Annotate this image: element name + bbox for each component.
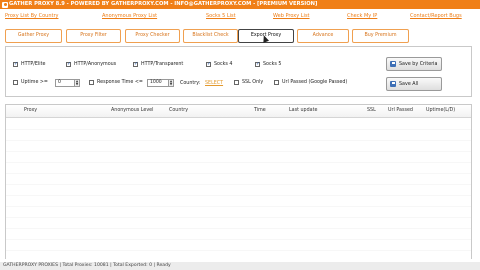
column-anonymous-level[interactable]: Anonymous Level [111,108,153,113]
checkbox-label: HTTP/Anonymous [74,62,117,67]
status-bar: GATHERPROXY PROXIES | Total Proxies: 100… [0,262,480,270]
table-body[interactable] [6,119,471,259]
checkbox-box[interactable] [234,80,239,85]
checkbox-label: Socks 5 [263,62,282,67]
checkbox-label: HTTP/Elite [21,62,46,67]
link-contact-report-bugs[interactable]: Contact/Report Bugs [410,13,462,19]
button-label: Save All [399,81,419,87]
checkbox-box[interactable] [13,61,18,67]
checkbox-box[interactable] [13,80,18,85]
link-socks5-list[interactable]: Socks 5 List [206,13,236,19]
tab-blacklist-check[interactable]: Blacklist Check [183,29,238,43]
stepper-arrows-icon[interactable]: ▲ ▼ [74,80,79,86]
column-uptime[interactable]: Uptime(L/D) [426,108,455,113]
checkbox-label: Uptime >= [21,80,48,85]
link-web-proxy-list[interactable]: Web Proxy List [273,13,310,19]
column-ssl[interactable]: SSL [367,108,376,113]
checkbox-box[interactable] [66,61,71,67]
response-time-value: 1000 [150,80,162,85]
column-proxy[interactable]: Proxy [24,108,37,113]
checkbox-uptime[interactable]: Uptime >= [13,80,48,85]
tab-gather-proxy[interactable]: Gather Proxy [5,29,62,43]
column-last-update[interactable]: Last update [289,108,317,113]
floppy-disk-icon [390,81,396,87]
link-check-my-ip[interactable]: Check My IP [347,13,377,19]
window-title: GATHER PROXY 8.9 - POWERED BY GATHERPROX… [9,1,318,7]
checkbox-box[interactable] [133,61,138,67]
title-bar: GATHER PROXY 8.9 - POWERED BY GATHERPROX… [0,0,480,9]
uptime-stepper[interactable]: 0 ▲ ▼ [55,79,80,87]
country-label: Country: [180,81,201,86]
table-header: Proxy Anonymous Level Country Time Last … [6,105,471,118]
column-country[interactable]: Country [169,108,188,113]
checkbox-label: HTTP/Transparent [141,62,184,67]
save-all-button[interactable]: Save All [386,77,442,91]
app-icon [2,1,8,8]
proxy-table[interactable]: Proxy Anonymous Level Country Time Last … [5,104,472,259]
checkbox-label: Socks 4 [214,62,233,67]
uptime-value: 0 [58,80,61,85]
button-label: Save by Criteria [399,61,438,67]
column-time[interactable]: Time [254,108,266,113]
checkbox-socks5[interactable]: Socks 5 [255,61,282,67]
tab-proxy-checker[interactable]: Proxy Checker [125,29,180,43]
checkbox-box[interactable] [255,61,260,67]
link-bar: Proxy List By Country Anonymous Proxy Li… [0,11,480,23]
tab-advance[interactable]: Advance [297,29,349,43]
checkbox-response-time[interactable]: Response Time <= [89,80,143,85]
tab-proxy-filter[interactable]: Proxy Filter [66,29,121,43]
checkbox-http-elite[interactable]: HTTP/Elite [13,61,46,67]
checkbox-socks4[interactable]: Socks 4 [206,61,233,67]
country-select-link[interactable]: SELECT [205,81,223,86]
column-url-passed[interactable]: Url Passed [388,108,413,113]
checkbox-http-transparent[interactable]: HTTP/Transparent [133,61,184,67]
checkbox-label: SSL Only [242,80,264,85]
response-time-stepper[interactable]: 1000 ▲ ▼ [147,79,174,87]
link-proxy-by-country[interactable]: Proxy List By Country [5,13,58,19]
stepper-arrows-icon[interactable]: ▲ ▼ [168,80,173,86]
checkbox-ssl-only[interactable]: SSL Only [234,80,263,85]
checkbox-box[interactable] [206,61,211,67]
save-by-criteria-button[interactable]: Save by Criteria [386,57,442,71]
link-anonymous-proxy-list[interactable]: Anonymous Proxy List [102,13,157,19]
checkbox-box[interactable] [89,80,94,85]
export-filter-panel: HTTP/Elite HTTP/Anonymous HTTP/Transpare… [5,46,472,97]
tab-bar: Gather Proxy Proxy Filter Proxy Checker … [0,29,480,44]
status-text: GATHERPROXY PROXIES | Total Proxies: 100… [3,263,171,268]
checkbox-http-anonymous[interactable]: HTTP/Anonymous [66,61,117,67]
tab-buy-premium[interactable]: Buy Premium [352,29,409,43]
floppy-disk-icon [390,61,396,67]
checkbox-label: Response Time <= [97,80,143,85]
checkbox-url-passed[interactable]: Url Passed (Google Passed) [274,80,347,85]
checkbox-label: Url Passed (Google Passed) [282,80,348,85]
checkbox-box[interactable] [274,80,279,85]
